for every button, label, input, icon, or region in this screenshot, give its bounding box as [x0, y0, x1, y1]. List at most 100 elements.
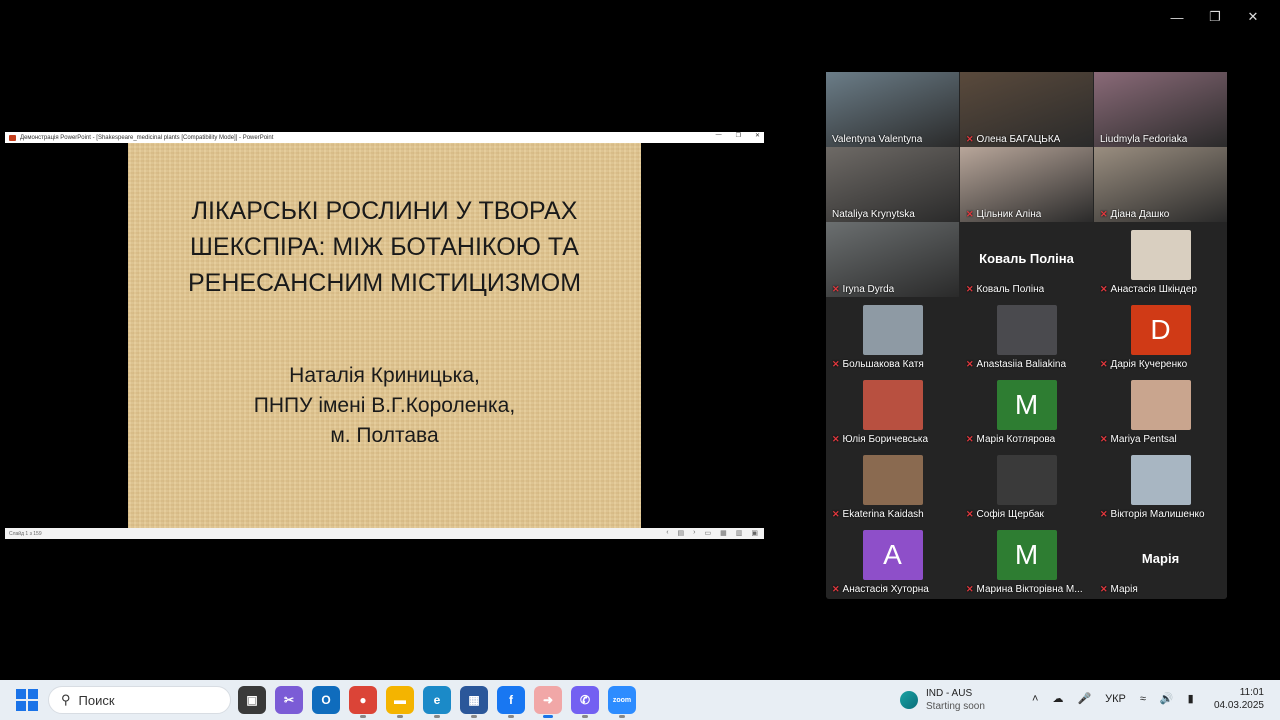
edge-icon[interactable]: e: [423, 686, 451, 718]
participant-name: Valentyna Valentyna: [832, 134, 923, 145]
participant-name: Nataliya Krynytska: [832, 209, 915, 220]
participant-name-label: ✕ Вікторія Малишенко: [1100, 509, 1205, 520]
participant-tile[interactable]: M ✕ Марина Вікторівна М...: [960, 522, 1093, 597]
participant-tile[interactable]: ✕ Ekaterina Kaidash: [826, 447, 959, 522]
search-placeholder: Поиск: [78, 692, 115, 708]
cloud-icon[interactable]: ☁: [1052, 692, 1063, 705]
participant-name: Вікторія Малишенко: [1110, 509, 1205, 520]
muted-mic-icon: ✕: [832, 509, 840, 519]
viber-icon[interactable]: ✆: [571, 686, 599, 718]
battery-icon[interactable]: ▮: [1188, 692, 1194, 705]
ppt-minimize-icon: —: [715, 132, 722, 138]
participant-tile[interactable]: ✕ Большакова Катя: [826, 297, 959, 372]
participant-name-label: ✕ Большакова Катя: [832, 359, 924, 370]
slide-author: Наталія Криницька, ПНПУ імені В.Г.Короле…: [128, 361, 641, 451]
participant-name-label: ✕ Софія Щербак: [966, 509, 1044, 520]
participant-tile[interactable]: Valentyna Valentyna: [826, 72, 959, 147]
slide-title-line: ШЕКСПІРА: МІЖ БОТАНІКОЮ ТА: [190, 233, 579, 261]
sorter-view-icon: ▦: [720, 530, 727, 537]
participant-name-label: ✕ Iryna Dyrda: [832, 284, 894, 295]
participant-tile[interactable]: ✕ Софія Щербак: [960, 447, 1093, 522]
participant-name-label: ✕ Олена БАГАЦЬКА: [966, 134, 1060, 145]
participant-tile[interactable]: Nataliya Krynytska: [826, 147, 959, 222]
participant-tile[interactable]: ✕ Mariya Pentsal: [1094, 372, 1227, 447]
zoom-icon[interactable]: zoom: [608, 686, 636, 718]
participant-name-label: ✕ Марія: [1100, 584, 1138, 595]
muted-mic-icon: ✕: [966, 284, 974, 294]
prev-slide-icon: ‹: [666, 529, 669, 536]
snipping-tool-icon[interactable]: ✂: [275, 686, 303, 714]
participant-name-label: ✕ Анастасія Хуторна: [832, 584, 929, 595]
language-indicator[interactable]: УКР: [1105, 693, 1126, 705]
participant-tile[interactable]: D ✕ Дарія Кучеренко: [1094, 297, 1227, 372]
participant-tile[interactable]: ✕ Iryna Dyrda: [826, 222, 959, 297]
muted-mic-icon: ✕: [1100, 584, 1108, 594]
system-tray: ˄ ☁ 🎤 УКР ≈ 🔊 ▮: [1032, 692, 1194, 706]
participant-tile[interactable]: ✕ Юлія Боричевська: [826, 372, 959, 447]
author-line: м. Полтава: [330, 424, 439, 447]
participant-name-label: Valentyna Valentyna: [832, 134, 922, 145]
weather-widget[interactable]: IND - AUS Starting soon: [900, 687, 985, 713]
muted-mic-icon: ✕: [1100, 209, 1108, 219]
volume-icon[interactable]: 🔊: [1160, 692, 1174, 705]
participant-name-label: ✕ Діана Дашко: [1100, 209, 1169, 220]
participant-tile[interactable]: A ✕ Анастасія Хуторна: [826, 522, 959, 597]
participant-tile[interactable]: ✕ Діана Дашко: [1094, 147, 1227, 222]
participant-name-label: ✕ Ekaterina Kaidash: [832, 509, 924, 520]
participant-name: Анастасія Хуторна: [842, 584, 929, 595]
participant-tile[interactable]: ✕ Анастасія Шкіндер: [1094, 222, 1227, 297]
task-view-icon[interactable]: ▣: [238, 686, 266, 714]
avatar: [862, 305, 923, 355]
participant-name-label: ✕ Коваль Поліна: [966, 284, 1044, 295]
participant-name: Марія: [1110, 584, 1138, 595]
participant-name-label: Nataliya Krynytska: [832, 209, 915, 220]
green-arrow-app-icon[interactable]: ➜: [534, 686, 562, 718]
participant-name: Олена БАГАЦЬКА: [976, 134, 1061, 145]
muted-mic-icon: ✕: [1100, 284, 1108, 294]
taskbar-search[interactable]: ⚲ Поиск: [48, 686, 231, 714]
slide-counter: Слайд 1 з 159: [9, 530, 42, 537]
author-line: ПНПУ імені В.Г.Короленка,: [253, 394, 516, 417]
ppt-status-bar: Слайд 1 з 159 ‹ ▤ › ▭ ▦ ▥ ▣: [5, 528, 764, 539]
participant-tile[interactable]: ✕ Вікторія Малишенко: [1094, 447, 1227, 522]
muted-mic-icon: ✕: [1100, 434, 1108, 444]
clock[interactable]: 11:01 04.03.2025: [1214, 686, 1264, 712]
wifi-icon[interactable]: ≈: [1140, 693, 1146, 705]
windows-start-icon[interactable]: [16, 689, 38, 711]
microphone-icon[interactable]: 🎤: [1077, 692, 1091, 705]
participant-tile[interactable]: ✕ Цільник Аліна: [960, 147, 1093, 222]
participant-tile[interactable]: Коваль Поліна ✕ Коваль Поліна: [960, 222, 1093, 297]
restore-button[interactable]: ❐: [1196, 6, 1234, 28]
participant-tile[interactable]: M ✕ Марія Котлярова: [960, 372, 1093, 447]
participant-name: Дарія Кучеренко: [1110, 359, 1188, 370]
participant-name: Софія Щербак: [976, 509, 1044, 520]
widget-title: IND - AUS: [926, 688, 973, 699]
minimize-button[interactable]: —: [1158, 6, 1196, 28]
ppt-window-controls: — ❐ ✕: [716, 132, 760, 139]
close-button[interactable]: ✕: [1234, 6, 1272, 28]
facebook-icon[interactable]: f: [497, 686, 525, 718]
avatar: [1130, 455, 1191, 505]
participant-tile[interactable]: Марія ✕ Марія: [1094, 522, 1227, 597]
participant-name: Юлія Боричевська: [842, 434, 929, 445]
clock-time: 11:01: [1239, 687, 1264, 698]
participant-name-label: ✕ Анастасія Шкіндер: [1100, 284, 1197, 295]
ppt-restore-icon: ❐: [735, 133, 741, 139]
muted-mic-icon: ✕: [966, 509, 974, 519]
participant-tile[interactable]: Liudmyla Fedoriaka: [1094, 72, 1227, 147]
participant-tile[interactable]: ✕ Anastasiia Baliakina: [960, 297, 1093, 372]
chevron-up-icon[interactable]: ˄: [1032, 693, 1038, 705]
ppt-status-icons: ‹ ▤ › ▭ ▦ ▥ ▣: [666, 529, 758, 537]
slide-title: ЛІКАРСЬКІ РОСЛИНИ У ТВОРАХ ШЕКСПІРА: МІЖ…: [128, 193, 641, 301]
participant-tile[interactable]: ✕ Олена БАГАЦЬКА: [960, 72, 1093, 147]
participant-name-label: ✕ Юлія Боричевська: [832, 434, 928, 445]
participant-name-label: ✕ Mariya Pentsal: [1100, 434, 1177, 445]
cricket-icon: [900, 691, 918, 709]
participant-name: Ekaterina Kaidash: [842, 509, 924, 520]
slide-title-line: ЛІКАРСЬКІ РОСЛИНИ У ТВОРАХ: [191, 197, 578, 225]
window-controls: — ❐ ✕: [1158, 6, 1272, 28]
chrome-icon[interactable]: ●: [349, 686, 377, 718]
microsoft-store-icon[interactable]: ▦: [460, 686, 488, 718]
outlook-icon[interactable]: O: [312, 686, 340, 714]
file-explorer-icon[interactable]: ▬: [386, 686, 414, 718]
